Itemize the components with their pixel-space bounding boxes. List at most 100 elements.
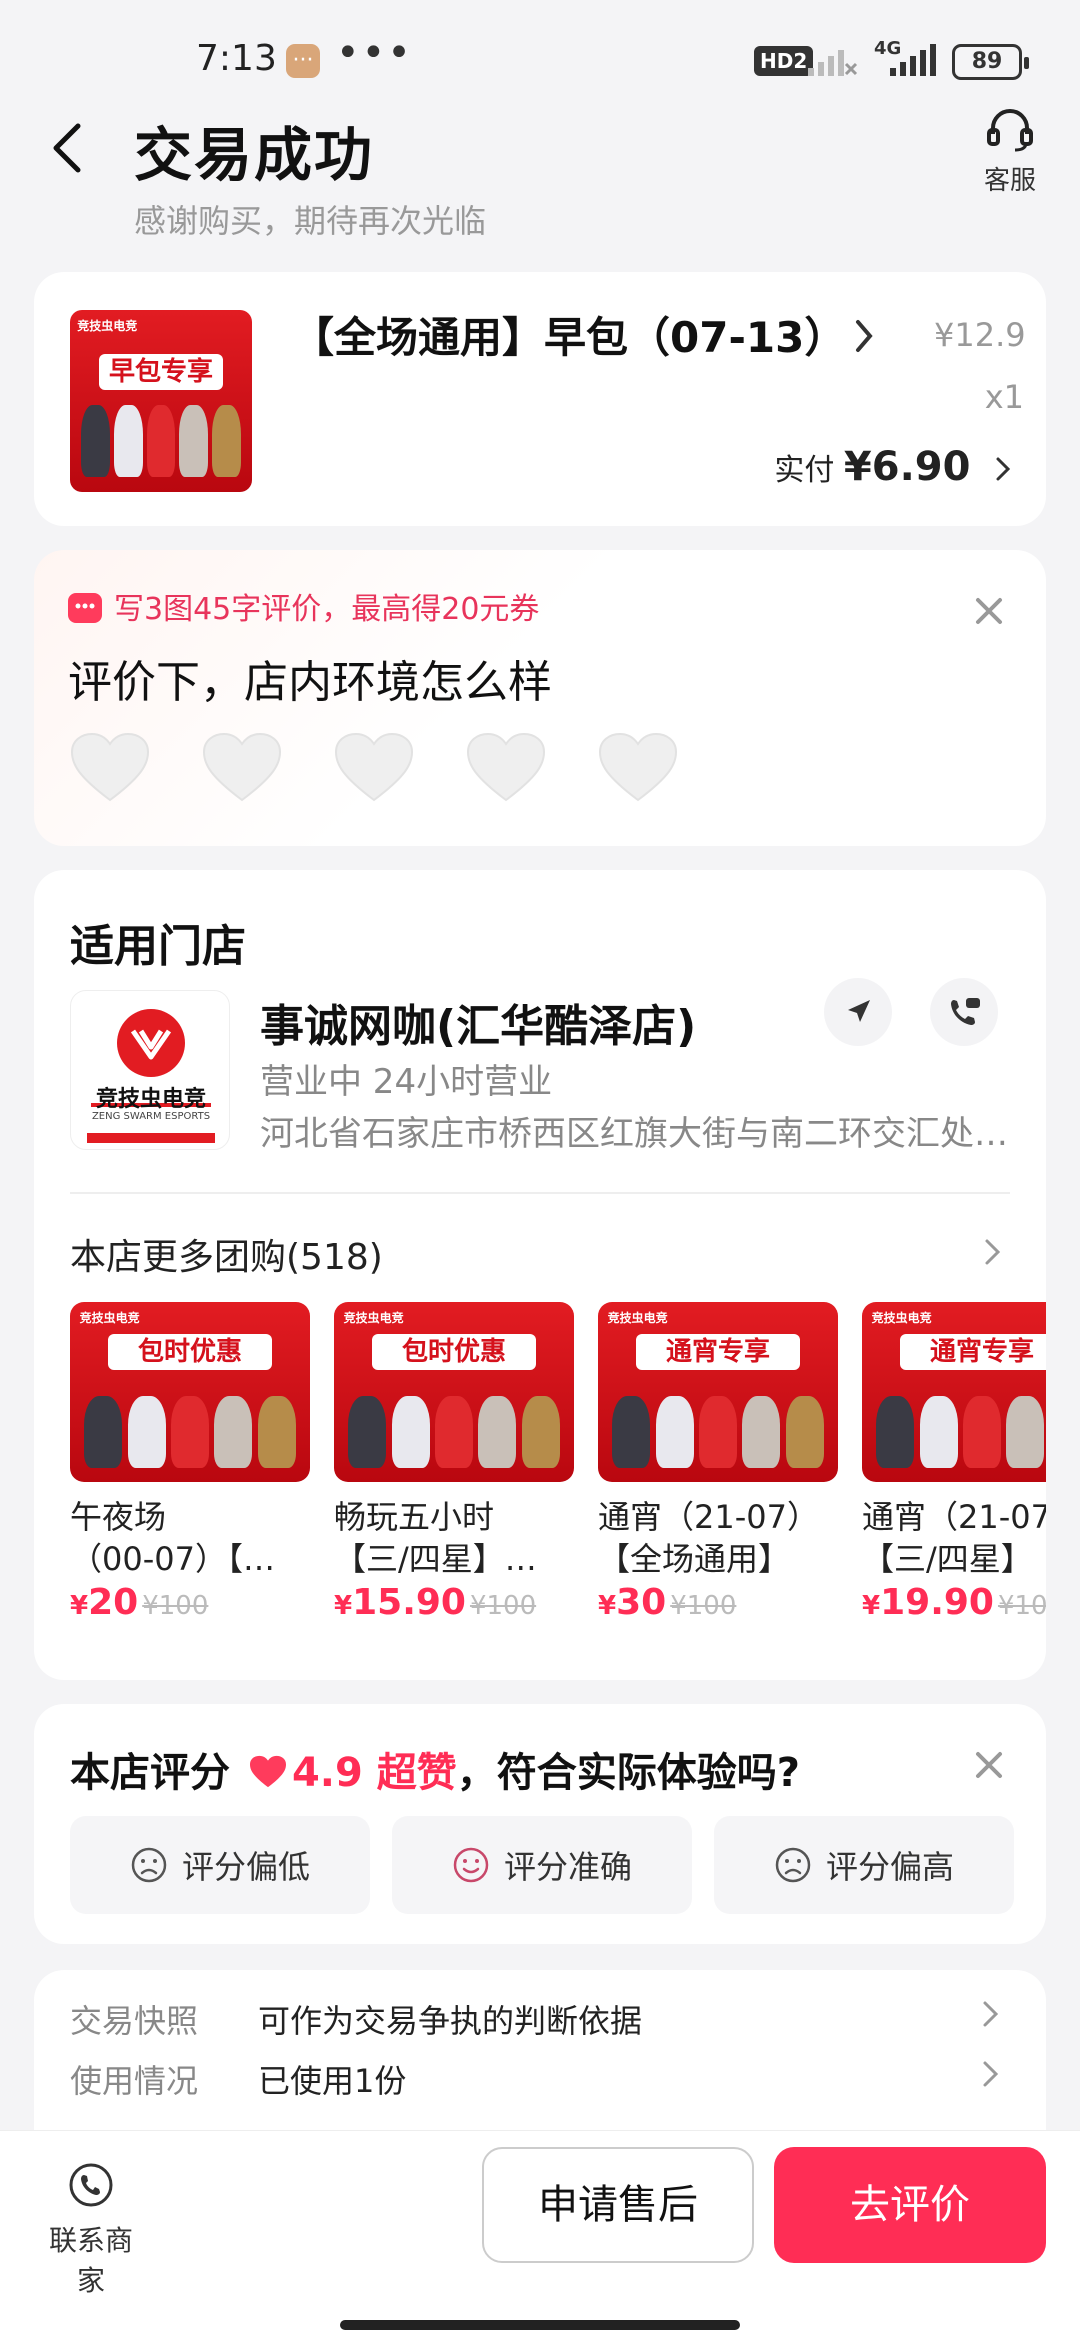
heart-icon-5[interactable]: [596, 730, 680, 806]
status-bar: 7:13 ··· ••• HD2 4G 89: [0, 0, 1080, 120]
heart-icon-1[interactable]: [68, 730, 152, 806]
store-card: 适用门店 竞技虫电竞 ZENG SWARM ESPORTS 事诚网咖(汇华酷泽店…: [34, 870, 1046, 1680]
navigate-button[interactable]: [824, 978, 892, 1046]
currency-symbol: ¥: [334, 1591, 353, 1621]
rating-high-button[interactable]: 评分偏高: [714, 1816, 1014, 1914]
deal-name-line1: 畅玩五小时: [334, 1498, 495, 1536]
divider: [70, 1192, 1010, 1194]
deals-carousel[interactable]: 竞技虫电竞 包时优惠 午夜场 （00-07）【… ¥20 ¥100 竞技虫电竞 包…: [70, 1302, 1046, 1642]
deal-price: ¥15.90 ¥100: [334, 1582, 574, 1623]
chevron-right-icon[interactable]: [982, 1236, 1004, 1268]
deal-name-line2: 【全场通用】: [598, 1540, 791, 1578]
store-name[interactable]: 事诚网咖(汇华酷泽店): [260, 990, 696, 1054]
review-reward-text: 写3图45字评价，最高得20元券: [114, 592, 540, 627]
rating-accurate-button[interactable]: 评分准确: [392, 1816, 692, 1914]
headset-icon: [987, 109, 1033, 152]
deal-name-line1: 午夜场: [70, 1498, 167, 1536]
deal-name-line1: 通宵（21-07: [862, 1498, 1046, 1536]
deal-card[interactable]: 竞技虫电竞 通宵专享 通宵（21-07） 【全场通用】 ¥30 ¥100: [598, 1302, 838, 1623]
heart-icon-4[interactable]: [464, 730, 548, 806]
battery-indicator: 89: [952, 44, 1029, 80]
deal-card[interactable]: 竞技虫电竞 通宵专享 通宵（21-07 【三/四星】 ¥19.90¥100: [862, 1302, 1046, 1623]
review-question: 评价下，店内环境怎么样: [68, 657, 552, 708]
customer-service-button[interactable]: 客服: [980, 106, 1040, 197]
heart-icon-3[interactable]: [332, 730, 416, 806]
info-row-usage[interactable]: 使用情况 已使用1份: [70, 2056, 406, 2102]
message-notification-icon: ···: [286, 44, 320, 78]
product-thumbnail[interactable]: 竞技虫电竞 早包专享: [70, 310, 252, 492]
deal-price: ¥19.90¥100: [862, 1582, 1046, 1623]
rating-question: 本店评分 4.9 超赞，符合实际体验吗?: [70, 1740, 800, 1798]
phone-icon: [69, 2163, 113, 2207]
deal-image-brand: 竞技虫电竞: [871, 1311, 932, 1326]
rating-options: 评分偏低 评分准确 评分偏高: [70, 1816, 1014, 1914]
deal-name-line2: （00-07）【…: [70, 1540, 275, 1578]
deal-price-value: 20: [88, 1582, 139, 1623]
phone-icon: [951, 998, 980, 1025]
deal-name-line2: 【三/四星】…: [334, 1540, 537, 1578]
deal-image: 竞技虫电竞 通宵专享: [598, 1302, 838, 1482]
after-sale-button[interactable]: 申请售后: [482, 2147, 754, 2263]
deal-name-line1: 通宵（21-07）: [598, 1498, 819, 1536]
store-address[interactable]: 河北省石家庄市桥西区红旗大街与南二环交汇处…: [260, 1106, 1050, 1155]
deal-banner: 包时优惠: [108, 1334, 272, 1371]
deal-card[interactable]: 竞技虫电竞 包时优惠 畅玩五小时 【三/四星】… ¥15.90 ¥100: [334, 1302, 574, 1623]
deal-price: ¥20 ¥100: [70, 1582, 310, 1623]
deal-image: 竞技虫电竞 包时优惠: [70, 1302, 310, 1482]
info-value: 可作为交易争执的判断依据: [258, 2002, 643, 2040]
heart-icon: [249, 1755, 286, 1788]
smile-face-icon: [453, 1847, 489, 1883]
info-row-snapshot[interactable]: 交易快照 可作为交易争执的判断依据: [70, 1996, 642, 2042]
back-icon[interactable]: [48, 118, 88, 178]
deal-image-brand: 竞技虫电竞: [343, 1311, 404, 1326]
heart-icon-2[interactable]: [200, 730, 284, 806]
product-name[interactable]: 【全场通用】早包（07-13）: [292, 308, 852, 368]
chevron-right-icon[interactable]: [980, 1998, 1002, 2030]
deal-banner: 通宵专享: [900, 1334, 1046, 1371]
call-store-button[interactable]: [930, 978, 998, 1046]
deal-image-brand: 竞技虫电竞: [79, 1311, 140, 1326]
deal-price: ¥30 ¥100: [598, 1582, 838, 1623]
system-nav-bar: [0, 2296, 1080, 2340]
currency-symbol: ¥: [70, 1591, 89, 1621]
deal-banner: 包时优惠: [372, 1334, 536, 1371]
deal-old-price: ¥100: [142, 1591, 209, 1621]
rating-low-button[interactable]: 评分偏低: [70, 1816, 370, 1914]
info-key: 使用情况: [70, 2062, 199, 2100]
close-icon[interactable]: [974, 1750, 1004, 1780]
store-logo[interactable]: 竞技虫电竞 ZENG SWARM ESPORTS: [70, 990, 230, 1150]
bottom-action-bar: 联系商家 申请售后 去评价: [0, 2130, 1080, 2299]
review-prompt-card: 写3图45字评价，最高得20元券 评价下，店内环境怎么样: [34, 550, 1046, 846]
deal-image: 竞技虫电竞 包时优惠: [334, 1302, 574, 1482]
currency-symbol: ¥: [598, 1591, 617, 1621]
deal-name-line2: 【三/四星】: [862, 1540, 1033, 1578]
close-icon[interactable]: [974, 596, 1004, 626]
hd-voice-badge: HD2: [754, 46, 814, 76]
store-logo-subtext: ZENG SWARM ESPORTS: [91, 1111, 211, 1122]
chevron-right-icon: [996, 457, 1011, 481]
deal-price-value: 15.90: [352, 1582, 466, 1623]
deal-card[interactable]: 竞技虫电竞 包时优惠 午夜场 （00-07）【… ¥20 ¥100: [70, 1302, 310, 1623]
store-hours: 营业中 24小时营业: [260, 1062, 553, 1102]
status-time: 7:13: [196, 38, 277, 79]
paid-label: 实付: [774, 453, 835, 488]
home-indicator[interactable]: [340, 2320, 740, 2330]
contact-merchant-button[interactable]: 联系商家: [36, 2161, 146, 2299]
chevron-right-icon[interactable]: [852, 316, 876, 356]
write-review-button[interactable]: 去评价: [774, 2147, 1046, 2263]
navigation-arrow-icon: [848, 1000, 870, 1022]
contact-merchant-label: 联系商家: [48, 2224, 133, 2297]
info-key: 交易快照: [70, 2002, 199, 2040]
deal-old-price: ¥100: [469, 1591, 537, 1621]
more-deals-title[interactable]: 本店更多团购(518): [70, 1228, 383, 1280]
original-price: ¥12.9: [934, 316, 1026, 354]
heart-rating[interactable]: [68, 730, 680, 806]
paid-amount-row[interactable]: 实付 ¥6.90: [634, 444, 1014, 490]
chevron-right-icon[interactable]: [980, 2058, 1002, 2090]
thumb-brand: 竞技虫电竞: [77, 319, 138, 334]
page-title: 交易成功: [134, 121, 375, 189]
sad-face-icon: [775, 1847, 811, 1883]
deal-banner: 通宵专享: [636, 1334, 800, 1371]
chat-icon: [68, 593, 102, 623]
deal-price-value: 30: [616, 1582, 667, 1623]
